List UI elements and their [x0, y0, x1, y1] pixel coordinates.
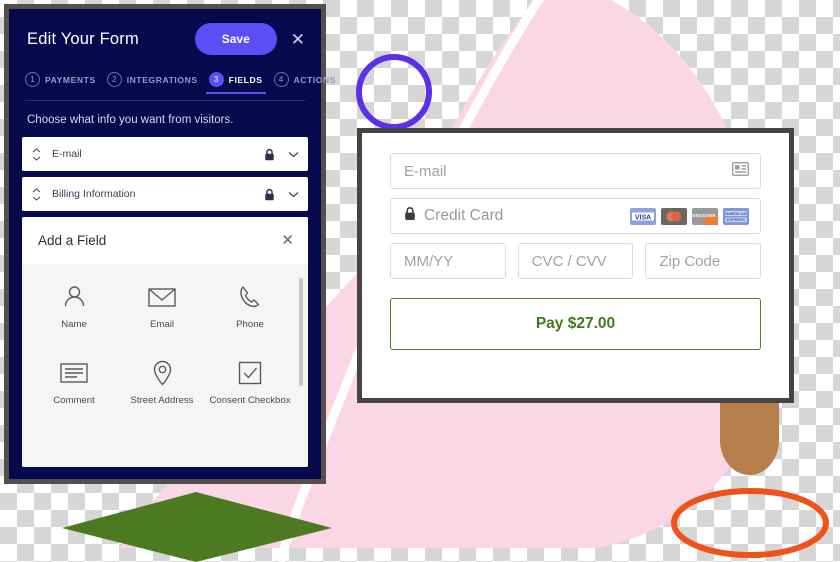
close-icon[interactable]: ✕	[291, 31, 305, 48]
svg-text:AMERICAN: AMERICAN	[726, 212, 747, 216]
tab-label: FIELDS	[228, 74, 263, 85]
field-tile-label: Email	[150, 319, 174, 330]
panel-header: Edit Your Form Save ✕	[9, 9, 321, 61]
step-number: 4	[273, 72, 289, 87]
checkbox-checked-icon	[238, 358, 262, 388]
svg-text:VISA: VISA	[635, 214, 651, 221]
envelope-icon	[148, 282, 176, 312]
form-field-list: E-mail Billing Information	[22, 137, 308, 211]
step-number: 2	[106, 72, 122, 87]
credit-card-placeholder: Credit Card	[424, 207, 504, 224]
field-tile-label: Street Address	[130, 394, 194, 406]
map-pin-icon	[152, 358, 173, 388]
amex-logo: AMERICAN EXPRESS	[723, 207, 749, 225]
card-brand-logos: VISA DISCOVER AMERICAN EXPRESS	[630, 207, 749, 225]
field-row-label: E-mail	[52, 148, 82, 160]
field-tile-email[interactable]: Email	[118, 277, 206, 337]
tab-payments[interactable]: 1 PAYMENTS	[25, 72, 96, 93]
scrollbar-thumb[interactable]	[299, 278, 303, 386]
field-row-billing-information[interactable]: Billing Information	[22, 177, 308, 211]
pay-button[interactable]: Pay $27.00	[390, 298, 761, 350]
checkout-form-preview: E-mail Credit Card VISA DISCOVER AMERICA…	[357, 128, 794, 403]
drag-handle-icon[interactable]	[30, 147, 43, 161]
card-detail-row: MM/YY CVC / CVV Zip Code	[390, 243, 762, 279]
page-title: Edit Your Form	[27, 29, 139, 48]
step-number: 3	[208, 72, 224, 87]
add-a-field-header: Add a Field ✕	[22, 217, 308, 264]
close-icon[interactable]: ✕	[281, 233, 294, 248]
field-tile-street-address[interactable]: Street Address	[118, 353, 206, 413]
svg-text:DISCOVER: DISCOVER	[693, 213, 717, 218]
zip-field[interactable]: Zip Code	[645, 243, 762, 279]
field-tile-phone[interactable]: Phone	[206, 277, 294, 337]
tab-integrations[interactable]: 2 INTEGRATIONS	[106, 72, 198, 93]
edit-form-panel: Edit Your Form Save ✕ 1 PAYMENTS 2 INTEG…	[4, 4, 335, 484]
tab-label: PAYMENTS	[45, 74, 96, 85]
person-icon	[63, 282, 86, 312]
tab-actions[interactable]: 4 ACTIONS	[273, 72, 337, 93]
chevron-down-icon[interactable]	[288, 191, 299, 198]
expiry-placeholder: MM/YY	[404, 252, 454, 270]
brown-tab-shape	[720, 400, 779, 475]
lock-icon	[264, 148, 275, 161]
tab-label: INTEGRATIONS	[126, 74, 198, 85]
field-tile-comment[interactable]: Comment	[30, 353, 118, 413]
tab-fields[interactable]: 3 FIELDS	[205, 72, 266, 94]
zip-placeholder: Zip Code	[659, 252, 721, 270]
checkout-form-body: E-mail Credit Card VISA DISCOVER AMERICA…	[362, 133, 789, 350]
field-type-grid: Name Email Phone Comment Street Address …	[22, 277, 308, 412]
drag-handle-icon[interactable]	[30, 187, 43, 201]
lock-icon	[264, 188, 275, 201]
comment-lines-icon	[60, 358, 88, 388]
purple-circle-outline	[356, 54, 432, 130]
tab-label: ACTIONS	[293, 74, 337, 85]
field-tile-name[interactable]: Name	[30, 277, 118, 337]
email-placeholder: E-mail	[404, 162, 447, 180]
step-number: 1	[25, 72, 40, 87]
field-tile-label: Name	[61, 319, 87, 330]
step-tabs: 1 PAYMENTS 2 INTEGRATIONS 3 FIELDS 4 ACT…	[25, 72, 335, 101]
field-tile-consent-checkbox[interactable]: Consent Checkbox	[206, 353, 294, 413]
email-field[interactable]: E-mail	[390, 153, 761, 189]
lock-icon	[404, 206, 416, 226]
svg-text:EXPRESS: EXPRESS	[727, 218, 745, 222]
add-a-field-title: Add a Field	[38, 233, 107, 248]
credit-card-field[interactable]: Credit Card VISA DISCOVER AMERICAN EXPRE…	[390, 198, 761, 234]
expiry-field[interactable]: MM/YY	[390, 243, 506, 279]
cvc-placeholder: CVC / CVV	[531, 252, 607, 270]
add-a-field-body: Name Email Phone Comment Street Address …	[22, 264, 308, 467]
discover-logo: DISCOVER	[692, 207, 718, 225]
cvc-field[interactable]: CVC / CVV	[517, 243, 634, 279]
chevron-down-icon[interactable]	[288, 151, 299, 158]
field-tile-label: Comment	[53, 394, 95, 406]
field-row-label: Billing Information	[52, 188, 136, 200]
phone-icon	[239, 282, 262, 312]
mastercard-logo	[661, 207, 687, 225]
add-a-field-card: Add a Field ✕ Name Email Phone Comment S…	[22, 217, 308, 467]
save-button[interactable]: Save	[194, 23, 277, 55]
visa-logo: VISA	[630, 207, 656, 225]
field-tile-label: Consent Checkbox	[209, 394, 291, 406]
panel-subtitle: Choose what info you want from visitors.	[27, 114, 234, 126]
field-row-email[interactable]: E-mail	[22, 137, 308, 171]
orange-ellipse-outline	[671, 488, 829, 558]
contact-card-icon[interactable]	[731, 161, 750, 181]
field-tile-label: Phone	[236, 319, 264, 330]
